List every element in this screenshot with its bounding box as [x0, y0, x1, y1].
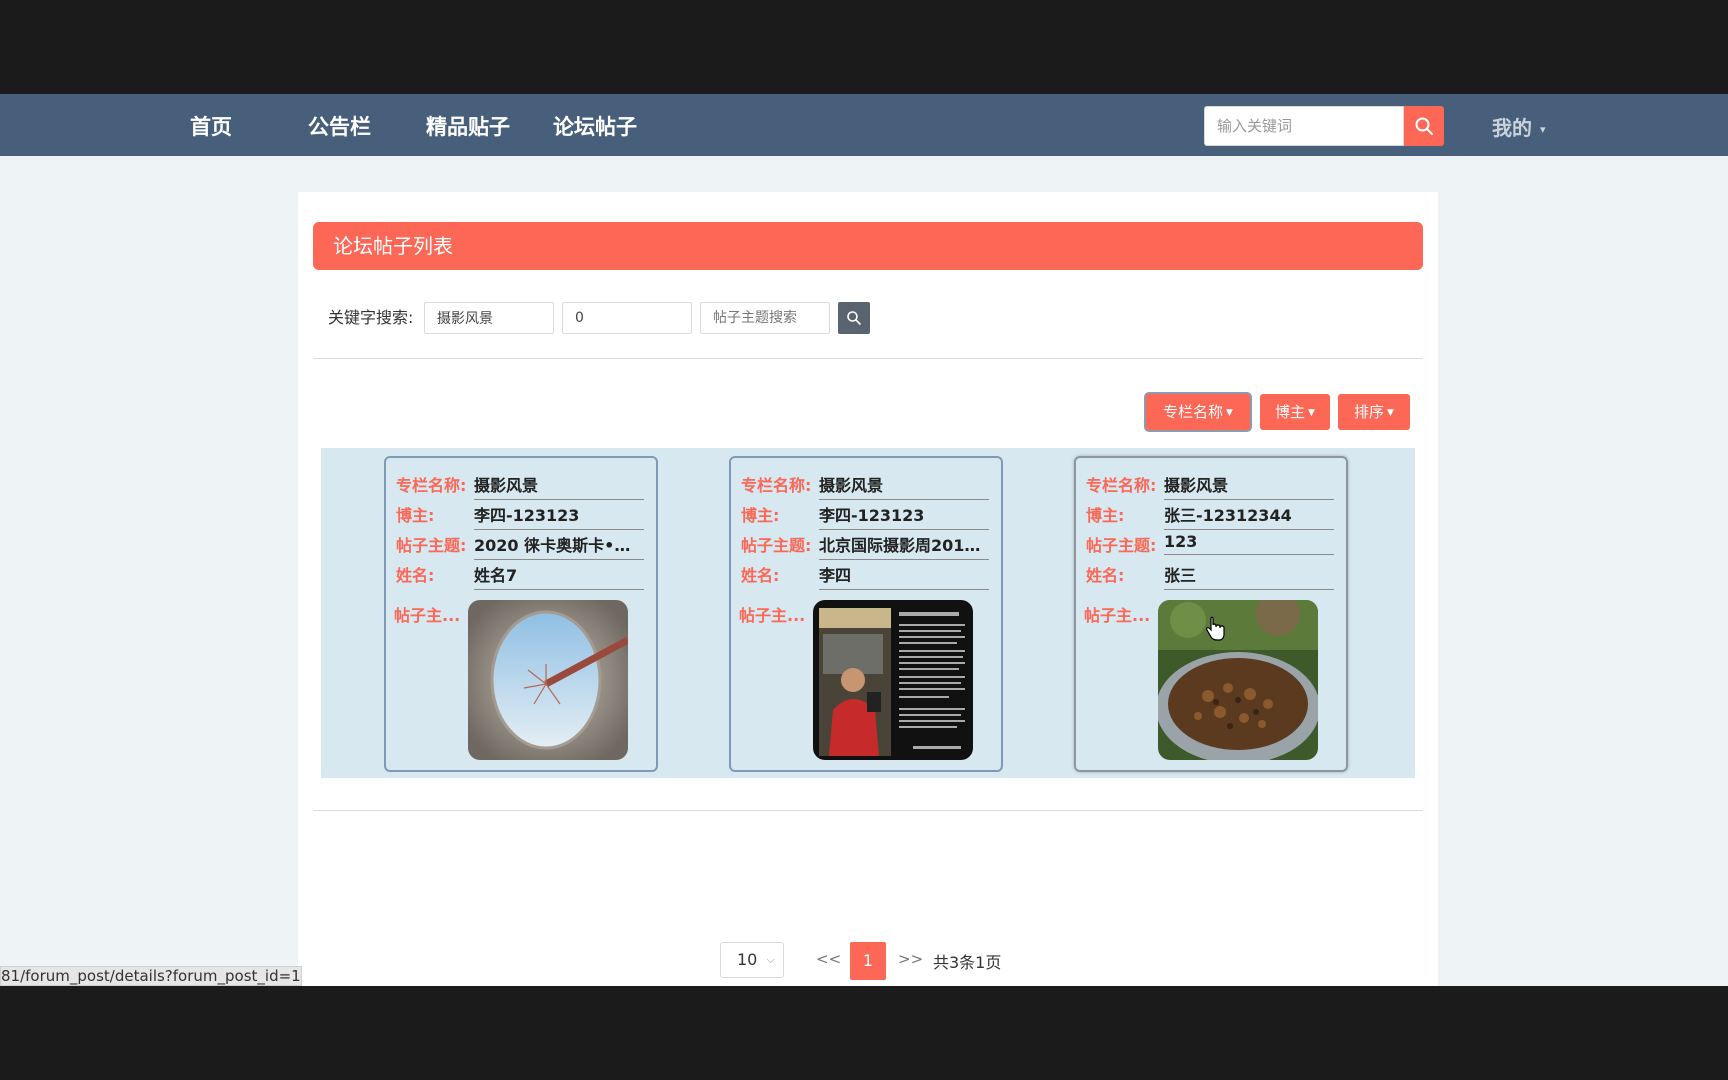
card-row-column: 专栏名称: 摄影风景: [741, 468, 997, 500]
search-icon: [1415, 117, 1433, 135]
column-value: 摄影风景: [1164, 472, 1334, 500]
card-row-topic: 帖子主题: 2020 徕卡奥斯卡•巴...: [396, 528, 652, 560]
pagination-total: 共3条1页: [933, 953, 1002, 972]
card-row-blogger: 博主: 李四-123123: [396, 498, 652, 530]
card-row-column: 专栏名称: 摄影风景: [396, 468, 652, 500]
sort-order-button[interactable]: 排序 ▼: [1338, 394, 1410, 430]
name-label: 姓名:: [741, 566, 780, 585]
card-row-topic: 帖子主题: 123: [1086, 528, 1342, 556]
post-card-grid: 专栏名称: 摄影风景 博主: 李四-123123 帖子主题: 2020 徕卡奥斯…: [321, 448, 1415, 778]
image-label: 帖子主...: [394, 606, 461, 625]
hand-cursor-icon: [1204, 616, 1226, 646]
chevron-down-icon: ▾: [1540, 123, 1546, 136]
topic-label: 帖子主题:: [396, 536, 467, 555]
sort-by-blogger-label: 博主: [1275, 403, 1306, 421]
column-label: 专栏名称:: [396, 476, 467, 495]
name-value: 张三: [1164, 562, 1334, 590]
post-card[interactable]: 专栏名称: 摄影风景 博主: 张三-12312344 帖子主题: 123 姓名:…: [1074, 456, 1348, 772]
topic-value: 123: [1164, 532, 1334, 555]
letterbox-top: [0, 0, 1728, 94]
topic-value: 2020 徕卡奥斯卡•巴...: [474, 532, 644, 560]
topic-search-input[interactable]: [700, 302, 830, 334]
caret-down-icon: ▼: [1226, 407, 1233, 418]
my-account-menu[interactable]: 我的 ▾: [1492, 112, 1546, 141]
image-label: 帖子主...: [739, 606, 806, 625]
nav-item-home[interactable]: 首页: [190, 111, 232, 141]
next-page-button[interactable]: >>: [898, 950, 923, 968]
sort-by-column-button[interactable]: 专栏名称 ▼: [1146, 394, 1250, 430]
nav-item-forum-posts[interactable]: 论坛帖子: [553, 111, 637, 141]
topic-label: 帖子主题:: [1086, 536, 1157, 555]
card-row-column: 专栏名称: 摄影风景: [1086, 468, 1342, 500]
dome-sky-photo: [468, 600, 628, 760]
page-number-current[interactable]: 1: [850, 942, 886, 980]
blogger-label: 博主:: [396, 506, 435, 525]
column-value: 摄影风景: [474, 472, 644, 500]
card-row-blogger: 博主: 李四-123123: [741, 498, 997, 530]
card-row-name: 姓名: 张三: [1086, 558, 1342, 590]
post-card[interactable]: 专栏名称: 摄影风景 博主: 李四-123123 帖子主题: 北京国际摄影周20…: [729, 456, 1003, 772]
post-thumbnail[interactable]: [813, 600, 973, 760]
blogger-value: 李四-123123: [474, 502, 644, 530]
keyword-search-button[interactable]: [838, 302, 870, 334]
name-label: 姓名:: [396, 566, 435, 585]
nav-item-featured-posts[interactable]: 精品贴子: [426, 111, 510, 141]
browser-viewport: 首页 公告栏 精品贴子 论坛帖子 我的 ▾ 论坛帖子列表 关键字搜索:: [0, 94, 1728, 986]
card-row-name: 姓名: 李四: [741, 558, 997, 590]
panel-title: 论坛帖子列表: [313, 222, 1423, 270]
letterbox-bottom: [0, 986, 1728, 1080]
post-card[interactable]: 专栏名称: 摄影风景 博主: 李四-123123 帖子主题: 2020 徕卡奥斯…: [384, 456, 658, 772]
name-value: 李四: [819, 562, 989, 590]
post-thumbnail[interactable]: [1158, 600, 1318, 760]
top-navigation: 首页 公告栏 精品贴子 论坛帖子 我的 ▾: [0, 94, 1728, 156]
sort-by-column-label: 专栏名称: [1163, 403, 1224, 421]
sort-order-label: 排序: [1354, 403, 1385, 421]
blogger-value: 张三-12312344: [1164, 502, 1334, 530]
bowl-food-photo: [1158, 600, 1318, 760]
column-name-filter-input[interactable]: [424, 302, 554, 334]
page-size-value: 10: [737, 950, 758, 969]
prev-page-button[interactable]: <<: [816, 950, 841, 968]
forum-post-panel: 论坛帖子列表 关键字搜索: 专栏名称▼ 博主▼ 排序▼ 专栏名称:: [298, 192, 1438, 986]
name-label: 姓名:: [1086, 566, 1125, 585]
chevron-down-icon: ⌵: [766, 953, 775, 966]
topic-label: 帖子主题:: [741, 536, 812, 555]
image-label: 帖子主...: [1084, 606, 1151, 625]
blogger-label: 博主:: [1086, 506, 1125, 525]
topic-value: 北京国际摄影周2018...: [819, 532, 989, 560]
blogger-label: 博主:: [741, 506, 780, 525]
blogger-value: 李四-123123: [819, 502, 989, 530]
header-search-button[interactable]: [1404, 106, 1444, 146]
card-row-name: 姓名: 姓名7: [396, 558, 652, 590]
card-row-blogger: 博主: 张三-12312344: [1086, 498, 1342, 530]
my-account-label: 我的: [1492, 116, 1532, 140]
sort-by-blogger-button[interactable]: 博主 ▼: [1260, 394, 1330, 430]
blogger-filter-input[interactable]: [562, 302, 692, 334]
card-row-topic: 帖子主题: 北京国际摄影周2018...: [741, 528, 997, 560]
column-label: 专栏名称:: [741, 476, 812, 495]
page-size-select[interactable]: 10 ⌵: [720, 942, 784, 978]
name-value: 姓名7: [474, 562, 644, 590]
keyword-search-label: 关键字搜索:: [328, 308, 414, 327]
caret-down-icon: ▼: [1387, 407, 1394, 418]
divider: [313, 358, 1423, 359]
post-thumbnail[interactable]: [468, 600, 628, 760]
search-icon: [847, 311, 861, 325]
divider: [313, 810, 1423, 811]
column-label: 专栏名称:: [1086, 476, 1157, 495]
header-search-input[interactable]: [1204, 106, 1404, 146]
poster-photographer-photo: [813, 600, 973, 760]
nav-item-notice-board[interactable]: 公告栏: [308, 111, 371, 141]
column-value: 摄影风景: [819, 472, 989, 500]
caret-down-icon: ▼: [1308, 407, 1315, 418]
status-bar-url: 81/forum_post/details?forum_post_id=10: [0, 966, 302, 986]
